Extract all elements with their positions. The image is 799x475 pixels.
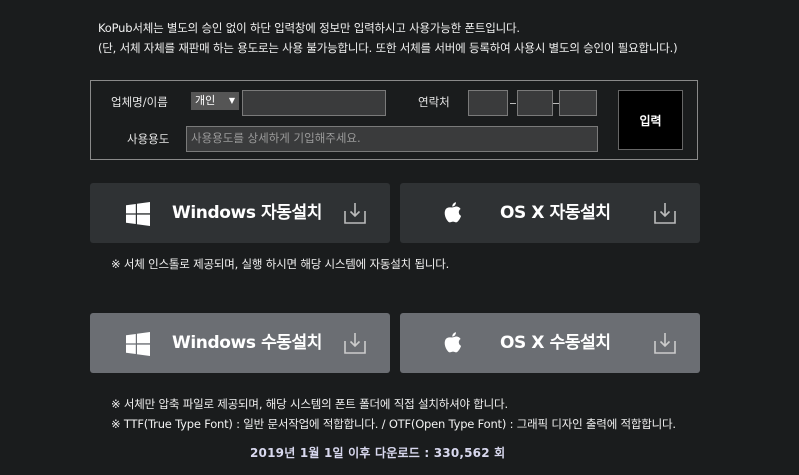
mac-manual-install-button[interactable]: OS X 수동설치 — [400, 313, 700, 373]
user-type-value: 개인 — [195, 94, 216, 107]
windows-logo-icon — [126, 202, 150, 226]
license-notice: KoPub서체는 별도의 승인 없이 하단 입력창에 정보만 입력하시고 사용가… — [98, 18, 678, 58]
phone-input-2[interactable] — [517, 90, 553, 116]
usage-input[interactable]: 사용용도를 상세하게 기입해주세요. — [186, 126, 598, 152]
windows-auto-install-button[interactable]: Windows 자동설치 — [90, 183, 390, 243]
mac-auto-install-label: OS X 자동설치 — [500, 203, 611, 223]
download-count: 2019년 1월 1일 이후 다운로드 : 330,562 회 — [250, 446, 506, 460]
apple-logo-icon — [444, 332, 462, 353]
auto-install-note: ※ 서체 인스톨로 제공되며, 실행 하시면 해당 시스템에 자동설치 됩니다. — [111, 257, 450, 271]
contact-label: 연락처 — [418, 95, 450, 109]
company-label: 업체명/이름 — [111, 95, 168, 109]
phone-input-1[interactable] — [468, 90, 508, 116]
apple-logo-icon — [444, 202, 462, 223]
company-input[interactable] — [242, 90, 386, 116]
download-tray-icon — [344, 333, 366, 354]
download-tray-icon — [654, 203, 676, 224]
caret-down-icon: ▼ — [228, 96, 235, 105]
mac-manual-install-label: OS X 수동설치 — [500, 333, 611, 353]
download-tray-icon — [344, 203, 366, 224]
windows-auto-install-label: Windows 자동설치 — [172, 203, 323, 223]
manual-install-note-2: ※ TTF(True Type Font) : 일반 문서작업에 적합합니다. … — [111, 417, 676, 431]
usage-label: 사용용도 — [127, 132, 170, 146]
windows-manual-install-button[interactable]: Windows 수동설치 — [90, 313, 390, 373]
phone-input-3[interactable] — [559, 90, 597, 116]
download-tray-icon — [654, 333, 676, 354]
notice-line-2: (단, 서체 자체를 재판매 하는 용도로는 사용 불가능합니다. 또한 서체를… — [98, 41, 678, 55]
manual-install-note-1: ※ 서체만 압축 파일로 제공되며, 해당 시스템의 폰트 폴더에 직접 설치하… — [111, 397, 508, 411]
notice-line-1: KoPub서체는 별도의 승인 없이 하단 입력창에 정보만 입력하시고 사용가… — [98, 21, 520, 35]
user-info-form: 업체명/이름 개인 ▼ 연락처 사용용도 사용용도를 상세하게 기입해주세요. … — [90, 80, 698, 160]
user-type-select[interactable]: 개인 ▼ — [191, 92, 239, 110]
phone-separator-1 — [510, 103, 516, 104]
submit-button[interactable]: 입력 — [618, 90, 683, 150]
mac-auto-install-button[interactable]: OS X 자동설치 — [400, 183, 700, 243]
windows-manual-install-label: Windows 수동설치 — [172, 333, 323, 353]
windows-logo-icon — [126, 332, 150, 356]
